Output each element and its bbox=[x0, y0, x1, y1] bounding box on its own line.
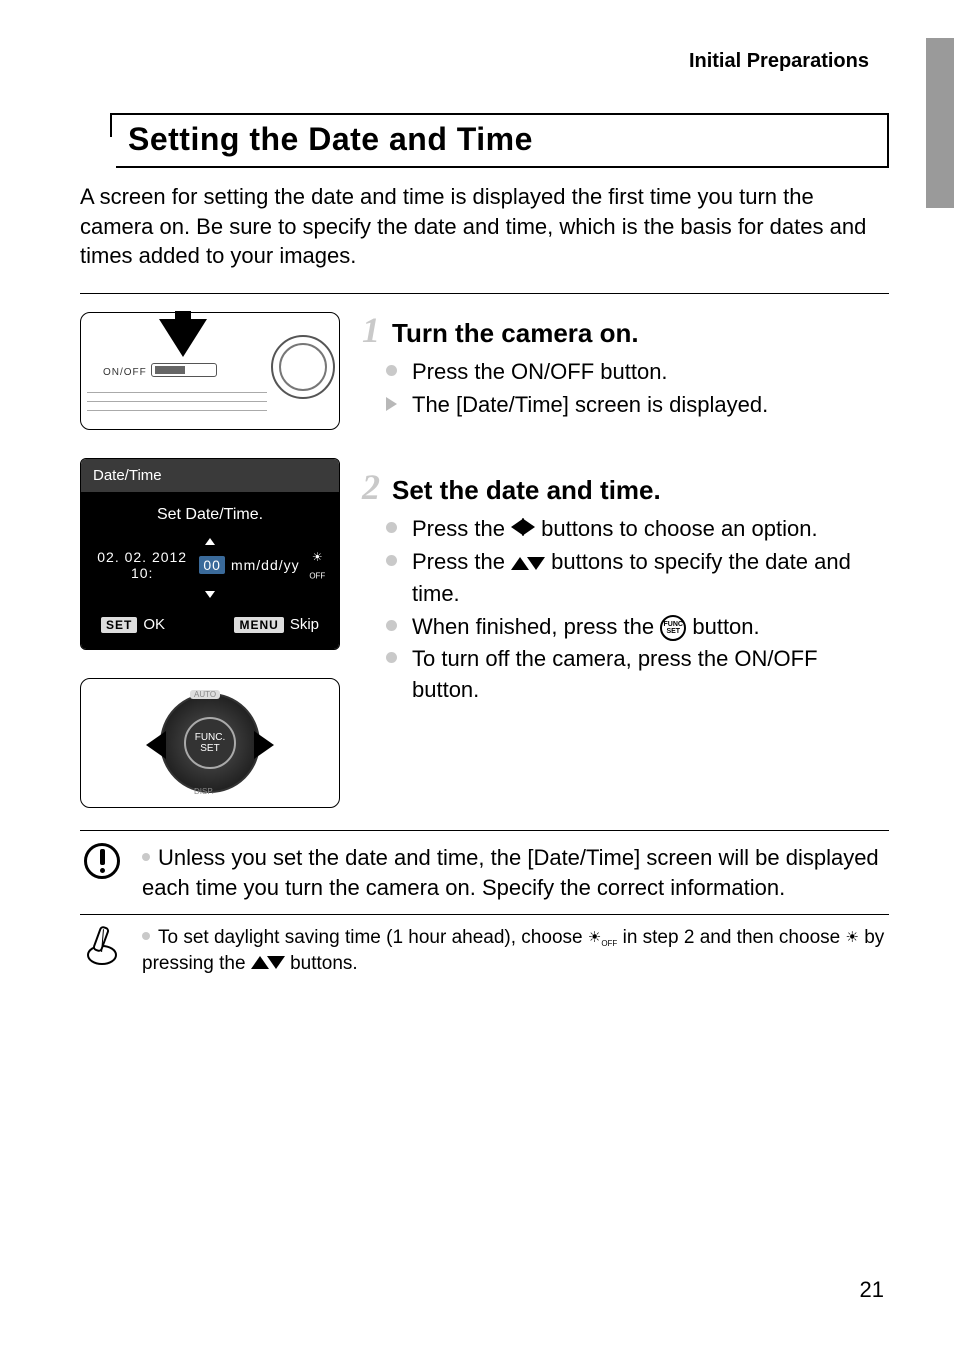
step-number: 2 bbox=[362, 469, 380, 505]
manual-page: Initial Preparations Setting the Date an… bbox=[0, 0, 954, 1345]
screen-title: Date/Time bbox=[81, 459, 339, 492]
date-segment: 02. 02. 2012 10: bbox=[91, 549, 193, 581]
divider bbox=[80, 830, 889, 831]
dial-label-bottom: DISP. bbox=[194, 787, 214, 796]
bullet-icon bbox=[386, 620, 397, 631]
power-switch-icon bbox=[151, 363, 217, 377]
section-intro: A screen for setting the date and time i… bbox=[80, 182, 889, 271]
func-set-icon: FUNCSET bbox=[660, 615, 686, 641]
instruction-item: When finished, press the FUNCSET button. bbox=[412, 612, 889, 643]
screen-subtitle: Set Date/Time. bbox=[91, 506, 329, 524]
bullet-icon bbox=[386, 522, 397, 533]
bullet-icon bbox=[386, 365, 397, 376]
section-tab bbox=[926, 38, 954, 208]
warning-icon bbox=[84, 843, 120, 879]
figure-power-on: ON/OFF bbox=[80, 312, 340, 430]
step-number: 1 bbox=[362, 312, 380, 348]
dst-on-icon: ☀ bbox=[845, 928, 858, 948]
tip-text: To set daylight saving time (1 hour ahea… bbox=[142, 925, 889, 976]
step-1: 1 Turn the camera on. Press the ON/OFF b… bbox=[362, 312, 889, 421]
bullet-icon bbox=[142, 853, 150, 861]
warning-text: Unless you set the date and time, the [D… bbox=[142, 843, 889, 902]
date-segment-selected: 00 bbox=[199, 556, 225, 574]
instruction-item: Press the buttons to specify the date an… bbox=[412, 547, 889, 609]
date-value-row: 02. 02. 2012 10: 00 mm/dd/yy ☀OFF bbox=[91, 549, 329, 581]
bullet-icon bbox=[386, 652, 397, 663]
arrow-down-icon bbox=[159, 319, 207, 357]
divider bbox=[80, 293, 889, 294]
figure-date-time-screen: Date/Time Set Date/Time. 02. 02. 2012 10… bbox=[80, 458, 340, 650]
triangle-right-icon bbox=[254, 731, 274, 759]
steps-layout: ON/OFF Date/Time Set Date/Time. 02. 02. … bbox=[80, 312, 889, 808]
instruction-item: Press the buttons to choose an option. bbox=[412, 514, 889, 546]
step-title: Set the date and time. bbox=[392, 475, 661, 506]
section-title: Setting the Date and Time bbox=[80, 113, 889, 168]
up-down-arrows-icon bbox=[511, 548, 545, 579]
page-number: 21 bbox=[860, 1277, 884, 1303]
instruction-item: The [Date/Time] screen is displayed. bbox=[412, 390, 889, 421]
dst-off-icon: ☀OFF bbox=[306, 550, 329, 580]
bullet-icon bbox=[142, 932, 150, 940]
on-off-label: ON/OFF bbox=[103, 367, 147, 378]
up-down-arrows-icon bbox=[251, 951, 285, 977]
divider bbox=[80, 914, 889, 915]
menu-skip-indicator: MENU Skip bbox=[234, 616, 319, 633]
instruction-item: Press the ON/OFF button. bbox=[412, 357, 889, 388]
text-column: 1 Turn the camera on. Press the ON/OFF b… bbox=[362, 312, 889, 808]
date-format: mm/dd/yy bbox=[231, 557, 300, 573]
dst-off-icon: ☀OFF bbox=[588, 928, 617, 950]
tip-note: To set daylight saving time (1 hour ahea… bbox=[80, 925, 889, 976]
step-title: Turn the camera on. bbox=[392, 318, 639, 349]
func-set-button-icon: FUNC. SET bbox=[184, 717, 236, 769]
section-heading-frame: Setting the Date and Time bbox=[80, 113, 889, 168]
instruction-item: To turn off the camera, press the ON/OFF… bbox=[412, 644, 889, 706]
figure-column: ON/OFF Date/Time Set Date/Time. 02. 02. … bbox=[80, 312, 340, 808]
breadcrumb: Initial Preparations bbox=[80, 50, 889, 73]
dial-label-top: AUTO bbox=[190, 690, 220, 699]
step-2: 2 Set the date and time. Press the butto… bbox=[362, 469, 889, 706]
pencil-note-icon bbox=[80, 925, 124, 965]
lens-icon bbox=[271, 335, 335, 399]
figure-control-dial: AUTO FUNC. SET DISP. bbox=[80, 678, 340, 808]
warning-note: Unless you set the date and time, the [D… bbox=[80, 843, 889, 902]
triangle-bullet-icon bbox=[386, 397, 397, 411]
triangle-left-icon bbox=[146, 731, 166, 759]
left-right-arrows-icon bbox=[511, 514, 535, 545]
bullet-icon bbox=[386, 555, 397, 566]
set-ok-indicator: SET OK bbox=[101, 616, 165, 633]
